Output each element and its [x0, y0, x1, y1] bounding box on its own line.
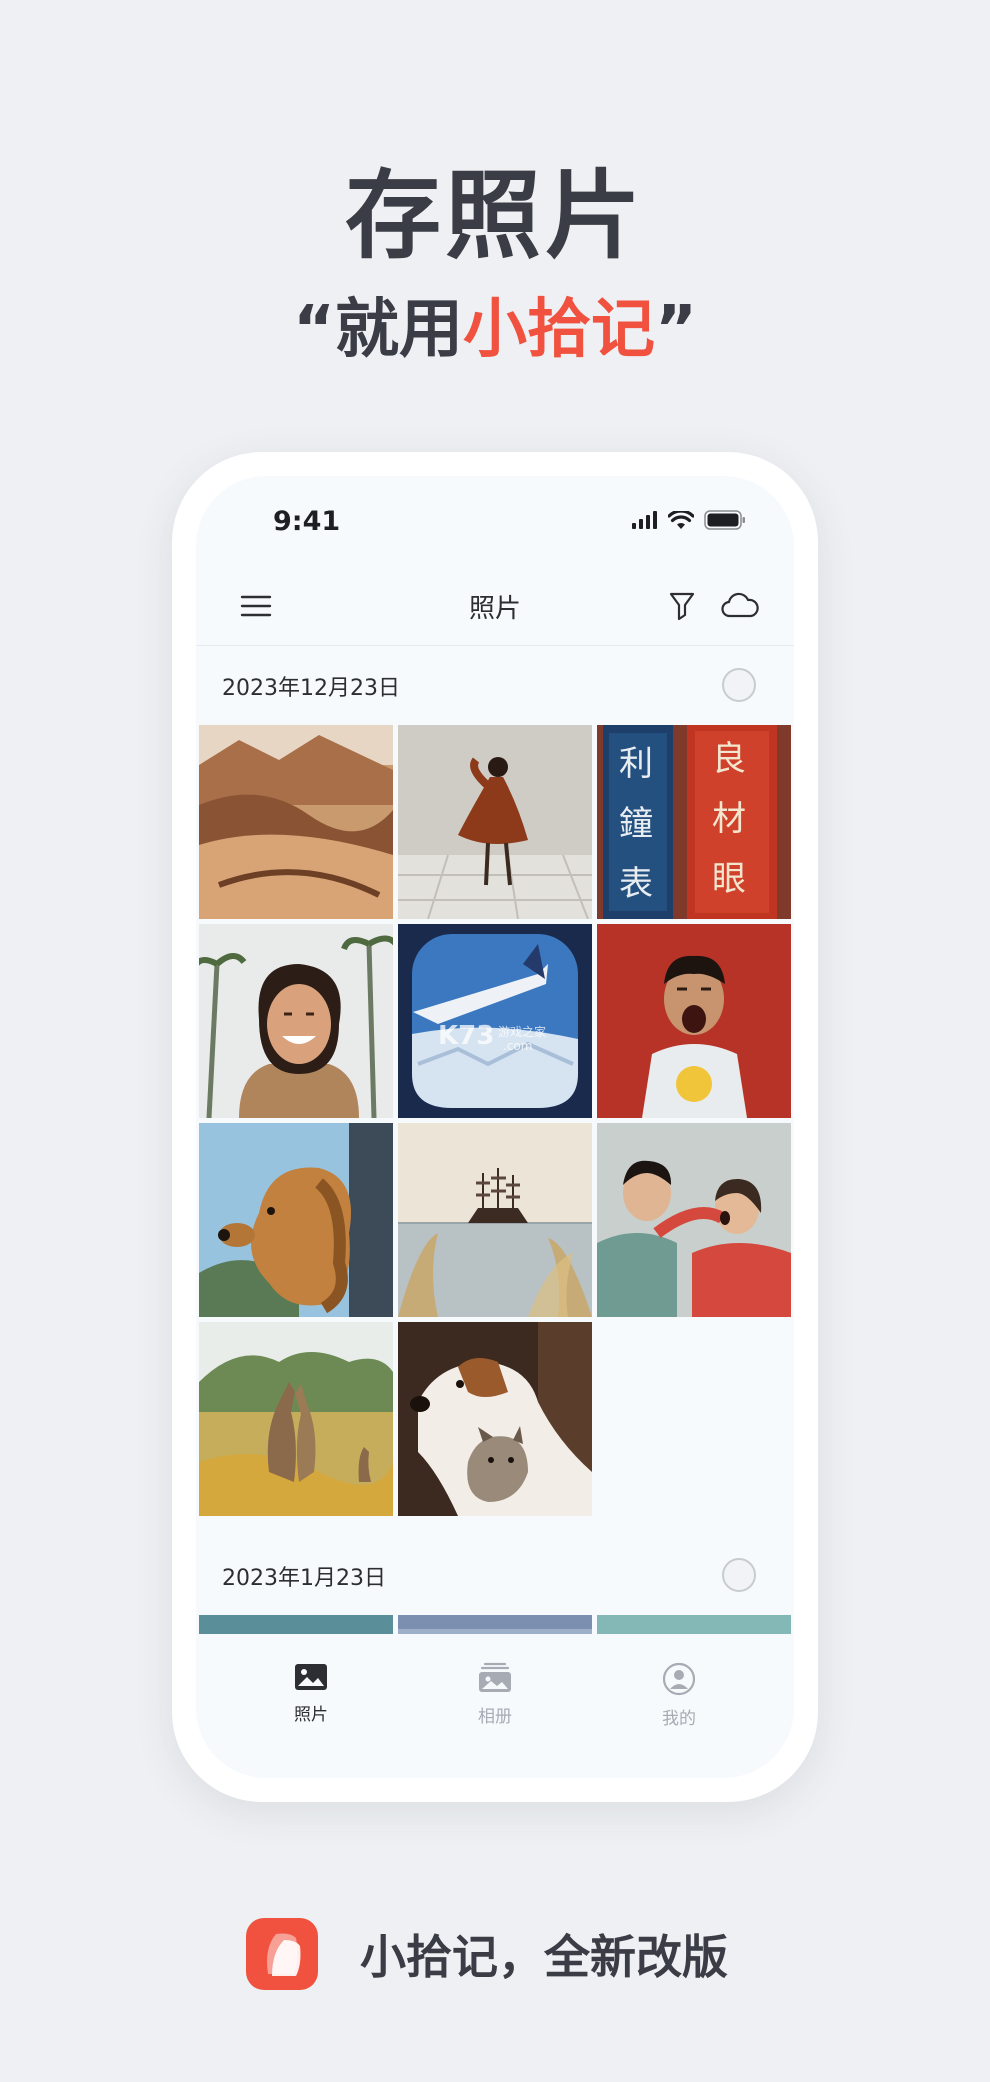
photo-boy-yawning-red[interactable]	[597, 924, 791, 1118]
status-time: 9:41	[273, 506, 341, 537]
photo-kids-playing[interactable]	[597, 1123, 791, 1317]
phone-screen: 9:41 照片 2023年12月23日 利 鐘 表 良 材 眼 K73 游戏之家…	[196, 476, 794, 1778]
photo-sailing-ship[interactable]	[398, 1123, 592, 1317]
photo-airplane-window-wing[interactable]: K73 游戏之家 .com	[398, 924, 592, 1118]
tab-label: 照片	[294, 1705, 328, 1725]
watermark-domain: .com	[503, 1039, 532, 1053]
svg-text:眼: 眼	[712, 859, 746, 899]
svg-text:良: 良	[712, 739, 746, 779]
date-label: 2023年1月23日	[222, 1566, 386, 1591]
date-label: 2023年12月23日	[222, 676, 400, 701]
photo-desert-dunes[interactable]	[199, 725, 393, 919]
photo-smiling-woman-palms[interactable]	[199, 924, 393, 1118]
tab-photos[interactable]: 照片	[251, 1662, 371, 1725]
svg-text:材: 材	[712, 799, 746, 839]
select-all-toggle[interactable]	[722, 1558, 756, 1592]
svg-text:鐘: 鐘	[619, 804, 653, 844]
phone-frame: 9:41 照片 2023年12月23日 利 鐘 表 良 材 眼 K73 游戏之家…	[172, 452, 818, 1802]
photo-kangaroos[interactable]	[199, 1322, 393, 1516]
cloud-icon[interactable]	[720, 586, 760, 626]
profile-icon	[662, 1662, 696, 1696]
subline-accent: 小拾记	[463, 293, 655, 367]
navbar: 照片	[196, 566, 794, 646]
battery-icon	[704, 510, 745, 530]
promo-footer: 小拾记，全新改版	[246, 1918, 728, 1990]
photo-dog-and-cat[interactable]	[398, 1322, 592, 1516]
photo-chinese-signboards[interactable]: 利鐘表 良材眼	[597, 725, 791, 919]
album-icon	[479, 1662, 511, 1692]
tab-bar: 照片 相册 我的	[196, 1634, 794, 1764]
page-title: 照片	[468, 594, 521, 624]
svg-text:利: 利	[619, 744, 653, 784]
tab-label: 我的	[662, 1709, 696, 1729]
quote-open: “	[292, 293, 335, 367]
tab-label: 相册	[478, 1707, 512, 1727]
svg-text:表: 表	[619, 864, 653, 904]
quote-close: ”	[655, 293, 698, 367]
photo-grid: 利鐘表 良材眼 K73 游戏之家 .com	[199, 725, 791, 1516]
photo-dog-car-window[interactable]	[199, 1123, 393, 1317]
date-header: 2023年1月23日	[196, 1536, 794, 1616]
filter-icon[interactable]	[662, 586, 702, 626]
tab-me[interactable]: 我的	[619, 1662, 739, 1729]
subline-prefix: 就用	[335, 293, 463, 367]
status-bar: 9:41	[196, 476, 794, 566]
footer-slogan: 小拾记，全新改版	[360, 1930, 728, 1984]
photo-icon	[295, 1664, 327, 1690]
photo-dancer-red-dress[interactable]	[398, 725, 592, 919]
promo-subline: “就用小拾记”	[0, 278, 990, 370]
signal-icon	[632, 511, 657, 529]
date-header: 2023年12月23日	[196, 646, 794, 726]
app-logo-icon	[246, 1918, 318, 1990]
select-all-toggle[interactable]	[722, 668, 756, 702]
tab-albums[interactable]: 相册	[435, 1662, 555, 1727]
watermark-cn: 游戏之家	[498, 1024, 546, 1039]
wifi-icon	[668, 510, 694, 529]
promo-headline: 存照片	[345, 160, 645, 272]
watermark-brand: K73	[438, 1021, 494, 1051]
